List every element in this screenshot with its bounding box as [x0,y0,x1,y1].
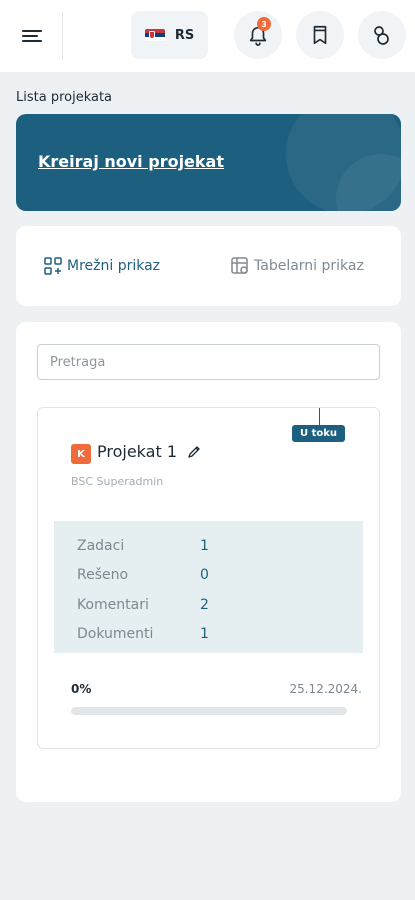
language-selector[interactable]: RS [131,11,208,59]
projects-panel: U toku K Projekat 1 BSC Superadmin Zadac… [16,322,401,802]
hamburger-menu-icon[interactable] [20,24,46,48]
progress-percent: 0% [71,682,92,696]
bookmark-icon [313,25,327,45]
page-title: Lista projekata [16,90,113,105]
stat-value: 0 [200,567,209,584]
notifications-button[interactable]: 3 [234,11,282,59]
stat-row-resolved: Rešeno 0 [54,561,363,591]
status-connector [319,408,320,426]
language-code: RS [174,27,195,43]
grid-view-option[interactable]: Mrežni prikaz [43,256,160,276]
grid-view-label: Mrežni prikaz [67,258,161,274]
bookmarks-button[interactable] [296,11,344,59]
stat-label: Zadaci [77,537,125,554]
stat-label: Rešeno [77,567,129,584]
create-project-link[interactable]: Kreiraj novi projekat [38,152,224,171]
progress-bar [71,707,347,715]
view-switcher: Mrežni prikaz Tabelarni prikaz [16,226,401,306]
table-view-icon [231,257,248,274]
top-bar-divider [62,12,63,60]
stat-value: 1 [200,537,209,554]
users-icon [374,26,389,45]
table-view-option[interactable]: Tabelarni prikaz [230,256,364,276]
project-avatar: K [71,444,91,464]
search-input[interactable] [37,344,380,380]
stat-row-tasks: Zadaci 1 [54,531,363,561]
stat-label: Dokumenti [77,626,154,643]
grid-view-icon [44,257,62,275]
create-project-card: Kreiraj novi projekat [16,114,401,211]
stat-value: 2 [200,596,209,613]
pencil-icon[interactable] [186,444,202,460]
notification-count-badge: 3 [257,17,271,31]
table-view-label: Tabelarni prikaz [254,258,364,274]
project-owner: BSC Superadmin [71,475,164,488]
project-name[interactable]: Projekat 1 [97,442,177,461]
project-stats: Zadaci 1 Rešeno 0 Komentari 2 Dokumenti … [54,521,363,653]
stat-label: Komentari [77,596,149,613]
stat-value: 1 [200,626,209,643]
project-card[interactable]: U toku K Projekat 1 BSC Superadmin Zadac… [37,407,380,749]
stat-row-comments: Komentari 2 [54,590,363,620]
profile-button[interactable] [358,11,406,59]
stat-row-documents: Dokumenti 1 [54,620,363,650]
status-badge: U toku [292,425,346,442]
serbia-flag-icon [144,28,165,42]
project-date: 25.12.2024. [289,682,362,696]
top-bar: RS 3 [0,0,415,72]
